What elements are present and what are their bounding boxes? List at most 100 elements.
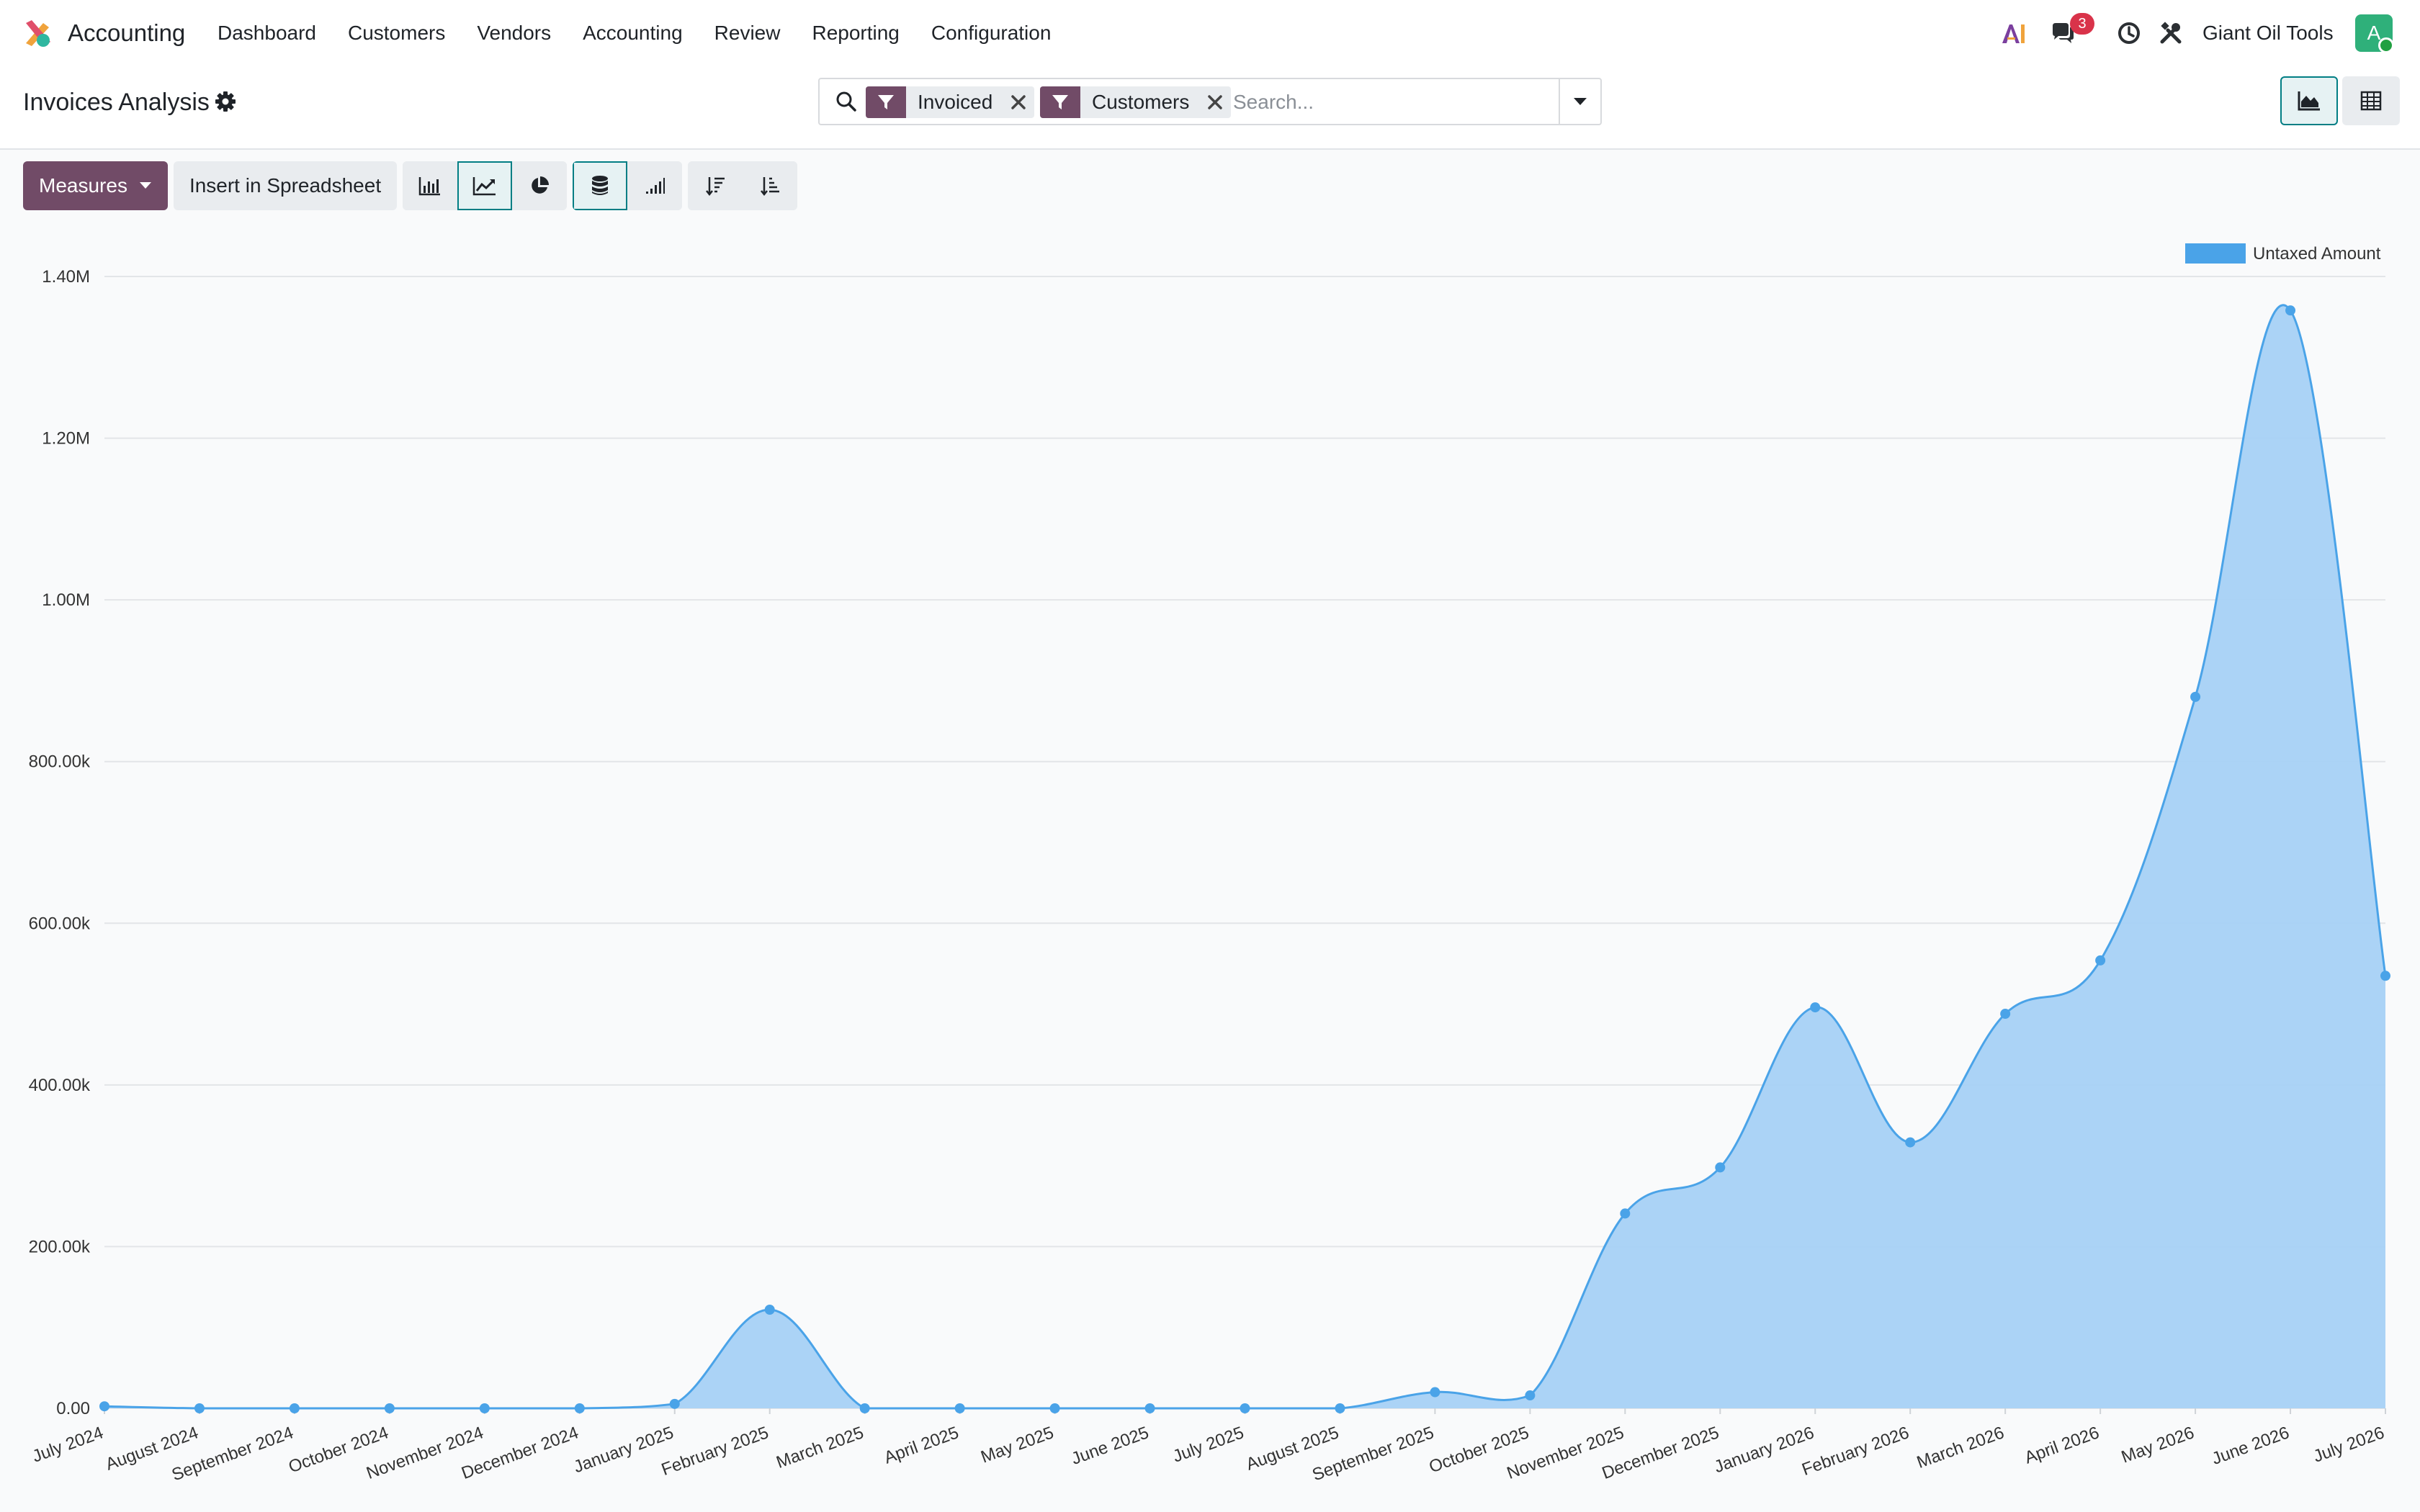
y-tick-label: 1.20M (42, 429, 90, 449)
sort-ascending-button[interactable] (743, 161, 798, 210)
messages-badge: 3 (2070, 13, 2094, 35)
line-chart-button[interactable] (457, 161, 513, 210)
page-title: Invoices Analysis (23, 89, 210, 116)
x-tick-label: July 2025 (1170, 1423, 1247, 1467)
x-tick-label: April 2025 (882, 1423, 962, 1467)
menu-dashboard[interactable]: Dashboard (218, 17, 332, 49)
data-point (1049, 1403, 1060, 1413)
chart-container: 0.00 200.00k 400.00k 600.00k 800.00k 1.00M 1.2… (0, 222, 2420, 1511)
facet-invoiced: Invoiced (866, 86, 1035, 118)
y-tick-label: 0.00 (56, 1399, 90, 1418)
search-bar: Invoiced Customers (818, 78, 1602, 125)
search-options-toggle[interactable] (1559, 79, 1600, 124)
close-icon[interactable] (1003, 86, 1034, 118)
data-point (1335, 1403, 1345, 1413)
sort-descending-icon (706, 177, 725, 197)
company-switcher[interactable]: Giant Oil Tools (2202, 17, 2334, 49)
tools-icon[interactable] (2158, 20, 2184, 46)
x-tick-label: February 2025 (659, 1423, 771, 1480)
activity-clock-icon[interactable] (2116, 20, 2142, 46)
area-chart-icon (2298, 91, 2320, 111)
data-point (1525, 1390, 1536, 1401)
series-area (104, 305, 2385, 1408)
x-tick-label: June 2026 (2210, 1423, 2293, 1469)
x-tick-label: May 2026 (2119, 1423, 2197, 1467)
data-point (194, 1403, 205, 1413)
data-point (479, 1403, 490, 1413)
x-tick-label: March 2026 (1914, 1423, 2007, 1472)
menu-configuration[interactable]: Configuration (915, 17, 1067, 49)
legend-label: Untaxed Amount (2253, 244, 2381, 264)
graph-toolbar: Measures Insert in Spreadsheet (23, 161, 798, 210)
y-tick-label: 1.00M (42, 590, 90, 610)
measures-button[interactable]: Measures (23, 161, 168, 210)
data-point (1715, 1162, 1726, 1173)
y-tick-label: 400.00k (29, 1076, 91, 1095)
ai-icon[interactable] (2001, 20, 2027, 46)
sort-descending-button[interactable] (688, 161, 743, 210)
gear-icon[interactable] (215, 91, 236, 112)
database-stack-icon (592, 176, 609, 195)
pie-chart-button[interactable] (512, 161, 568, 210)
x-tick-label: January 2025 (571, 1423, 676, 1477)
signal-bars-icon (646, 178, 666, 194)
graph-view-button[interactable] (2280, 76, 2338, 125)
menu-reporting[interactable]: Reporting (796, 17, 915, 49)
x-tick-label: July 2024 (30, 1423, 106, 1467)
data-point (1144, 1403, 1155, 1413)
search-input[interactable] (1233, 88, 1536, 117)
data-point (2285, 305, 2296, 316)
data-point (1810, 1002, 1821, 1013)
x-tick-label: June 2025 (1069, 1423, 1152, 1469)
filter-icon (866, 86, 906, 118)
caret-down-icon (139, 182, 151, 189)
close-icon[interactable] (1199, 86, 1231, 118)
menu-customers[interactable]: Customers (332, 17, 461, 49)
control-panel: Invoices Analysis Invoiced Customers Sea… (0, 66, 2420, 150)
data-point (1620, 1208, 1631, 1219)
top-navbar: Accounting Dashboard Customers Vendors A… (0, 0, 2420, 66)
pivot-view-button[interactable] (2342, 76, 2400, 125)
chart-type-group (403, 161, 568, 210)
bar-chart-button[interactable] (403, 161, 458, 210)
chart-mode-group (573, 161, 683, 210)
facet-label: Invoiced (918, 91, 993, 113)
view-switcher (2280, 76, 2400, 125)
data-point (2380, 971, 2390, 981)
menu-review[interactable]: Review (699, 17, 797, 49)
data-point (384, 1403, 395, 1413)
legend-swatch (2185, 243, 2246, 264)
data-point (574, 1403, 585, 1413)
x-tick-label: April 2026 (2022, 1423, 2102, 1467)
cumulative-button[interactable] (627, 161, 683, 210)
data-point (1905, 1137, 1916, 1148)
menu-vendors[interactable]: Vendors (461, 17, 567, 49)
data-point (1430, 1387, 1440, 1398)
data-point (859, 1403, 870, 1413)
insert-in-spreadsheet-button[interactable]: Insert in Spreadsheet (173, 161, 398, 210)
y-tick-label: 200.00k (29, 1237, 91, 1256)
y-tick-label: 600.00k (29, 914, 91, 933)
search-icon[interactable] (834, 89, 859, 114)
filter-icon (1040, 86, 1080, 118)
data-point (1240, 1403, 1250, 1413)
caret-down-icon (1574, 98, 1587, 105)
app-name[interactable]: Accounting (68, 17, 185, 49)
data-point (764, 1305, 775, 1315)
bar-chart-icon (418, 177, 441, 196)
pie-chart-icon (532, 176, 550, 194)
y-tick-label: 1.40M (42, 267, 90, 287)
accounting-app-icon[interactable] (22, 17, 53, 49)
data-point (2190, 691, 2201, 702)
online-status-indicator (2378, 37, 2394, 53)
sort-group (688, 161, 798, 210)
data-point (954, 1403, 965, 1413)
data-point (669, 1398, 680, 1409)
x-tick-label: January 2026 (1711, 1423, 1816, 1477)
data-point (2000, 1009, 2011, 1020)
data-point (2095, 955, 2106, 966)
stacked-button[interactable] (573, 161, 628, 210)
y-tick-label: 800.00k (29, 752, 91, 772)
menu-accounting[interactable]: Accounting (567, 17, 699, 49)
x-tick-label: March 2025 (774, 1423, 866, 1472)
